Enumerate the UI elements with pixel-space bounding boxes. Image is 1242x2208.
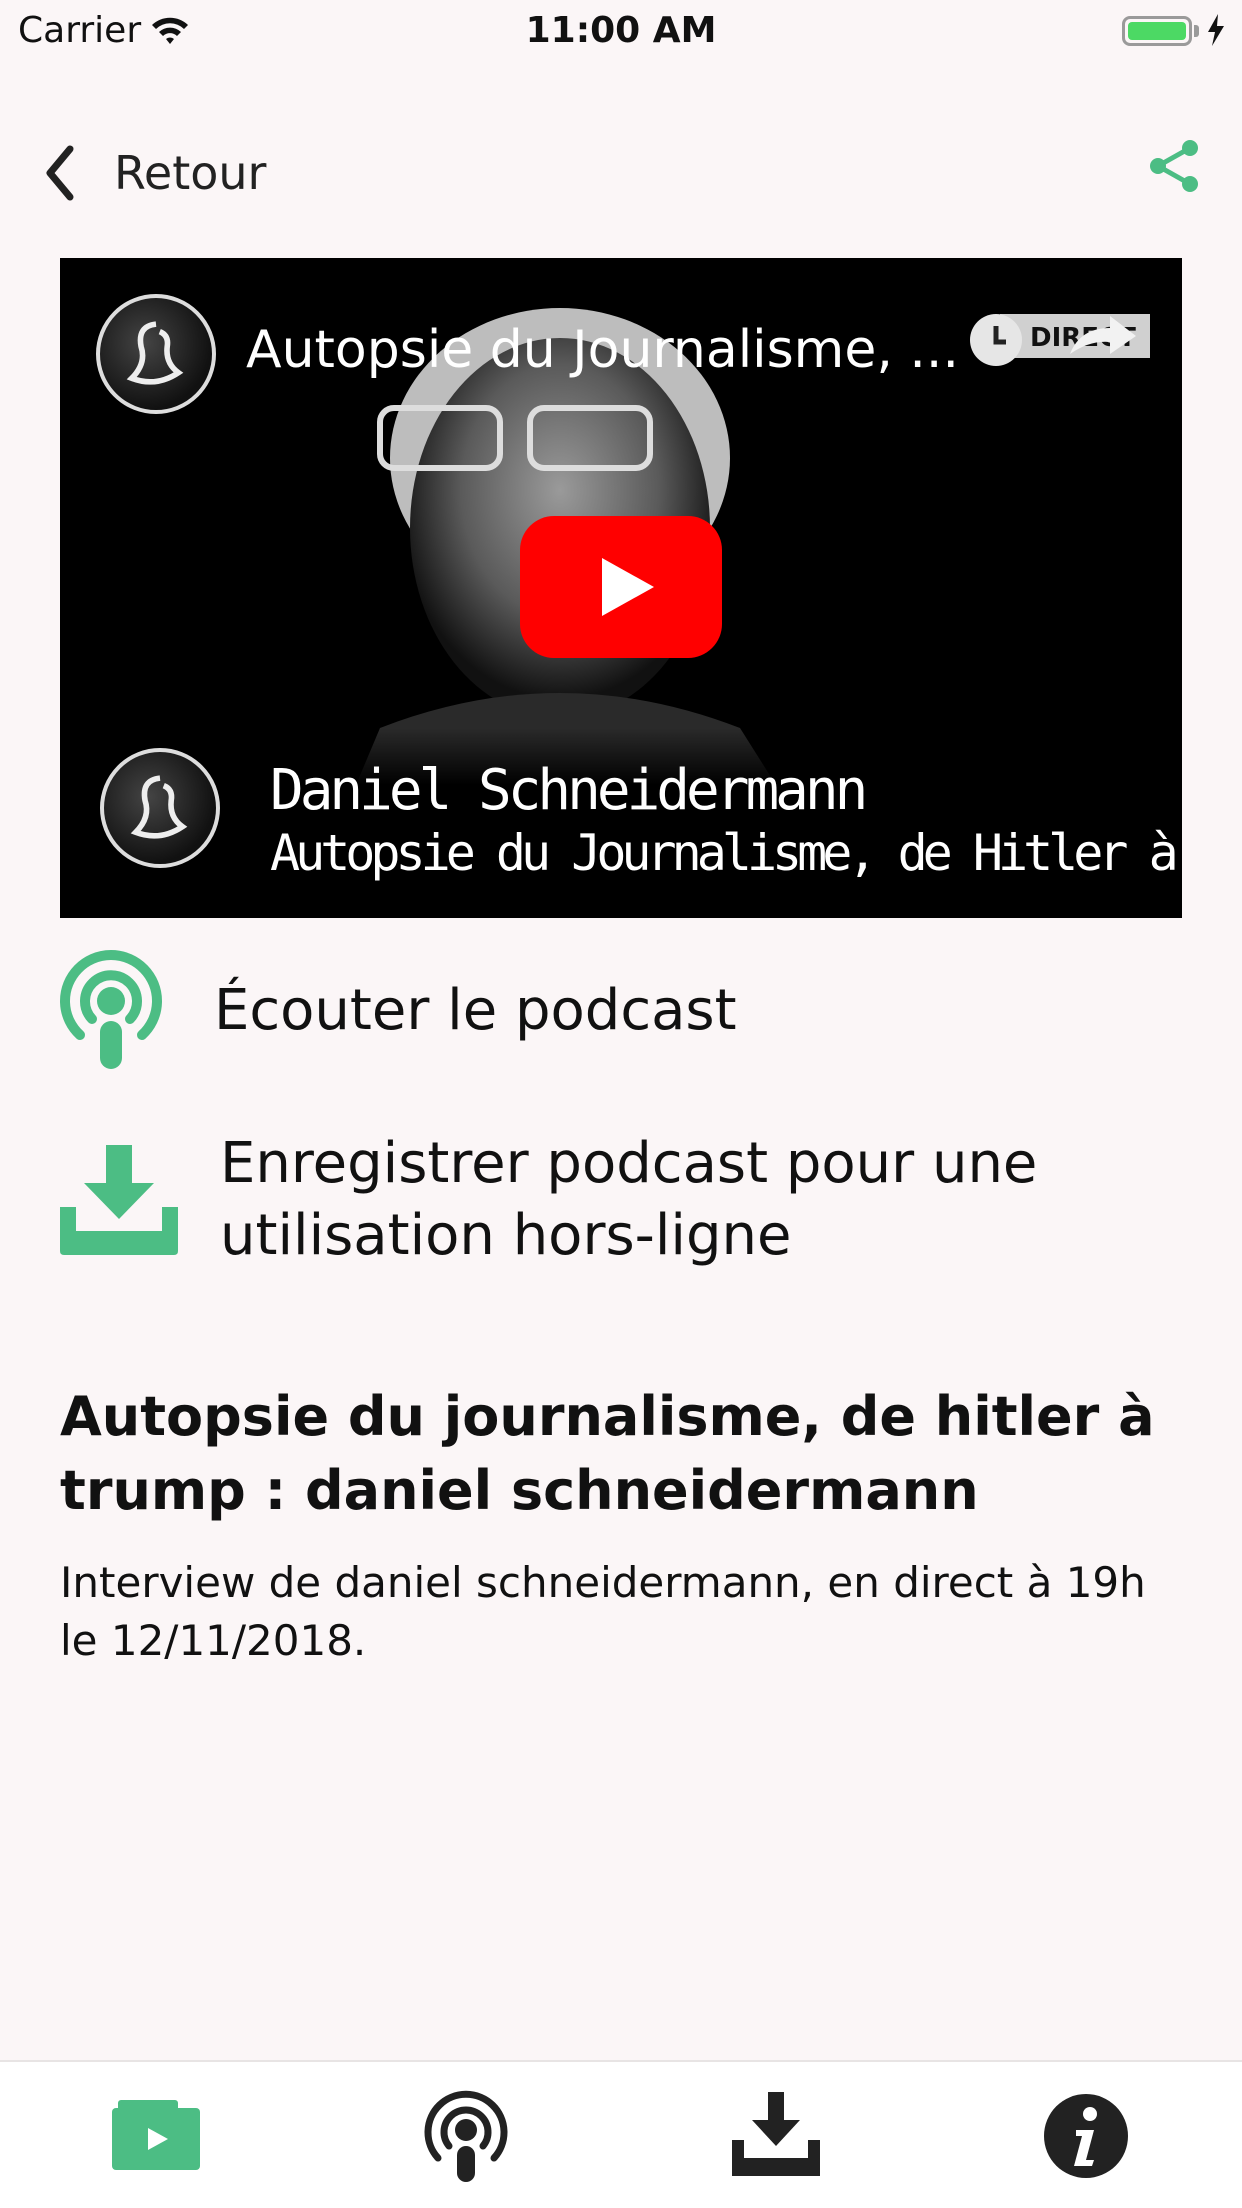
- play-button[interactable]: [520, 516, 722, 658]
- video-folder-icon: [112, 2100, 200, 2170]
- channel-logo[interactable]: [96, 294, 216, 414]
- clock: 11:00 AM: [525, 10, 717, 51]
- podcast-icon: [60, 950, 162, 1069]
- tab-info[interactable]: [1036, 2086, 1136, 2186]
- video-title[interactable]: Autopsie du Journalisme, ...: [246, 320, 959, 380]
- article-description: Interview de daniel schneidermann, en di…: [60, 1558, 1146, 1665]
- listen-podcast-label: Écouter le podcast: [214, 978, 737, 1043]
- save-podcast-label: Enregistrer podcast pour une utilisation…: [220, 1131, 1038, 1268]
- tab-podcasts[interactable]: [416, 2086, 516, 2186]
- play-icon: [602, 558, 654, 616]
- listen-podcast-button[interactable]: Écouter le podcast: [56, 946, 737, 1076]
- charging-bolt-icon: [1208, 14, 1224, 46]
- back-button[interactable]: Retour: [40, 138, 340, 208]
- chevron-left-icon: [46, 145, 74, 201]
- battery-nub: [1194, 25, 1199, 37]
- tab-downloads[interactable]: [726, 2086, 826, 2186]
- caption-logo: [100, 748, 220, 868]
- download-tab-icon: [732, 2092, 820, 2176]
- back-label: Retour: [114, 146, 267, 200]
- video-caption-subtitle: Autopsie du Journalisme, de Hitler à Tru…: [270, 824, 1182, 882]
- caption-band: [60, 728, 1182, 918]
- podcast-tab-icon: [424, 2090, 508, 2182]
- download-icon: [60, 1145, 178, 1255]
- tab-bar: [0, 2060, 1242, 2208]
- battery-icon: [1122, 16, 1192, 46]
- info-icon: [1044, 2094, 1128, 2178]
- status-bar: Carrier 11:00 AM: [0, 0, 1242, 60]
- video-caption-name: Daniel Schneidermann: [270, 758, 868, 823]
- share-icon[interactable]: [1144, 136, 1204, 196]
- tab-videos[interactable]: [106, 2086, 206, 2186]
- video-player[interactable]: Autopsie du Journalisme, ... DIRECT Dani…: [60, 258, 1182, 918]
- save-podcast-button[interactable]: Enregistrer podcast pour une utilisation…: [56, 1120, 1040, 1280]
- watch-later-icon[interactable]: DIRECT: [960, 306, 1160, 376]
- article-title: Autopsie du journalisme, de hitler à tru…: [60, 1385, 1155, 1522]
